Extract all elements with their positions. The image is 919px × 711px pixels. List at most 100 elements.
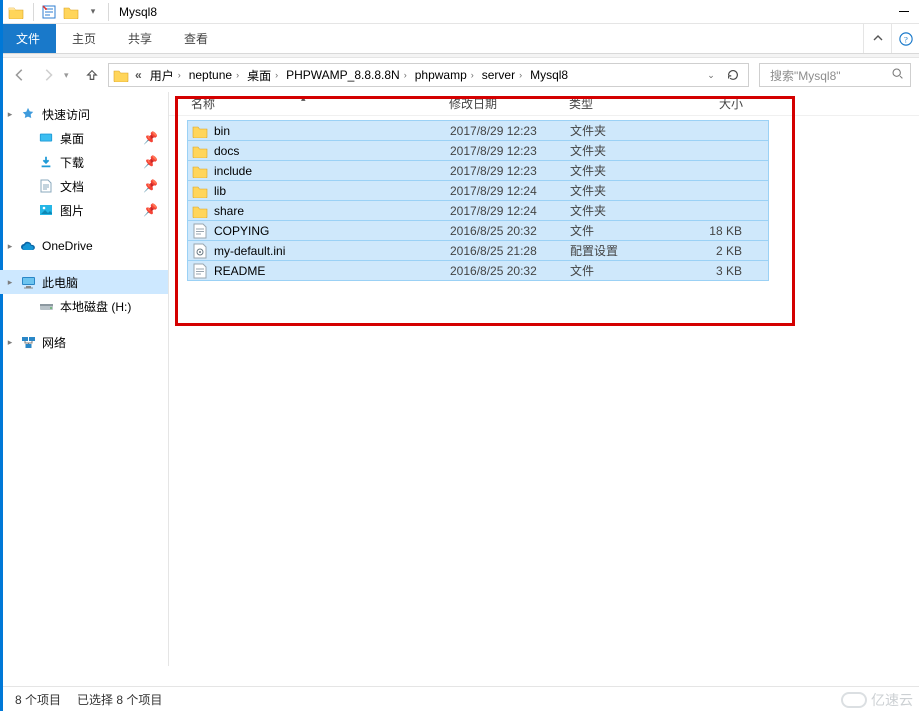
chevron-right-icon[interactable]: ▸ <box>5 277 15 288</box>
file-date: 2017/8/29 12:24 <box>450 204 570 218</box>
file-name: README <box>214 264 265 278</box>
refresh-button[interactable] <box>722 64 744 86</box>
help-button[interactable]: ? <box>891 24 919 53</box>
minimize-button[interactable] <box>889 0 919 24</box>
file-icon <box>192 243 208 259</box>
file-name: lib <box>214 184 226 198</box>
chevron-right-icon: › <box>519 70 522 80</box>
file-date: 2016/8/25 20:32 <box>450 264 570 278</box>
nav-up-button[interactable] <box>80 63 104 87</box>
folder-icon <box>192 203 208 219</box>
svg-text:?: ? <box>904 34 908 44</box>
tree-local-disk[interactable]: 本地磁盘 (H:) <box>0 294 168 318</box>
file-date: 2016/8/25 21:28 <box>450 244 570 258</box>
search-icon <box>891 67 904 83</box>
nav-history-dropdown[interactable]: ▾ <box>64 70 76 81</box>
pin-icon: 📌 <box>143 155 158 169</box>
column-headers[interactable]: 名称 ▴ 修改日期 类型 大小 <box>169 92 919 116</box>
file-type: 配置设置 <box>570 242 680 259</box>
address-bar[interactable]: « 用户› neptune› 桌面› PHPWAMP_8.8.8.8N› php… <box>108 63 749 87</box>
star-icon <box>20 106 36 122</box>
tree-desktop[interactable]: 桌面 📌 <box>0 126 168 150</box>
pin-icon: 📌 <box>143 203 158 217</box>
breadcrumb-seg-4[interactable]: phpwamp› <box>411 64 478 86</box>
minimize-ribbon-button[interactable] <box>863 24 891 53</box>
file-row[interactable]: bin2017/8/29 12:23文件夹 <box>187 120 769 141</box>
breadcrumb-seg-2[interactable]: 桌面› <box>243 64 282 86</box>
tab-home[interactable]: 主页 <box>56 24 112 53</box>
tab-view[interactable]: 查看 <box>168 24 224 53</box>
status-bar: 8 个项目 已选择 8 个项目 <box>3 686 919 711</box>
file-row[interactable]: include2017/8/29 12:23文件夹 <box>187 160 769 181</box>
file-row[interactable]: my-default.ini2016/8/25 21:28配置设置2 KB <box>187 240 769 261</box>
qat-customize-dropdown-icon[interactable]: ▾ <box>82 1 104 23</box>
file-name: share <box>214 204 244 218</box>
nav-back-button[interactable] <box>8 63 32 87</box>
qat-properties-icon[interactable] <box>38 1 60 23</box>
tree-network[interactable]: ▸ 网络 <box>0 330 168 354</box>
tree-pictures[interactable]: 图片 📌 <box>0 198 168 222</box>
chevron-right-icon: › <box>404 70 407 80</box>
titlebar-separator <box>33 3 34 21</box>
pin-icon: 📌 <box>143 131 158 145</box>
file-date: 2016/8/25 20:32 <box>450 224 570 238</box>
breadcrumb-overflow-chevron[interactable]: « <box>131 68 146 82</box>
chevron-right-icon[interactable]: ▸ <box>5 109 15 120</box>
col-header-name[interactable]: 名称 ▴ <box>191 95 449 112</box>
content-pane: 名称 ▴ 修改日期 类型 大小 bin2017/8/29 12:23文件夹 doc… <box>169 92 919 666</box>
file-size: 2 KB <box>680 244 750 258</box>
chevron-right-icon: › <box>471 70 474 80</box>
file-row[interactable]: COPYING2016/8/25 20:32文件18 KB <box>187 220 769 241</box>
file-row[interactable]: README2016/8/25 20:32文件3 KB <box>187 260 769 281</box>
file-row[interactable]: docs2017/8/29 12:23文件夹 <box>187 140 769 161</box>
breadcrumb-seg-0[interactable]: 用户› <box>146 64 185 86</box>
tree-documents[interactable]: 文档 📌 <box>0 174 168 198</box>
documents-icon <box>38 178 54 194</box>
pictures-icon <box>38 202 54 218</box>
tree-label: 快速访问 <box>42 106 90 123</box>
app-folder-icon <box>7 3 25 21</box>
file-list[interactable]: bin2017/8/29 12:23文件夹 docs 2017/8/29 12:23… <box>169 116 781 281</box>
col-header-date[interactable]: 修改日期 <box>449 95 569 112</box>
breadcrumb-seg-3[interactable]: PHPWAMP_8.8.8.8N› <box>282 64 411 86</box>
file-row[interactable]: lib2017/8/29 12:24文件夹 <box>187 180 769 201</box>
chevron-right-icon[interactable]: ▸ <box>5 241 15 252</box>
tree-quick-access[interactable]: ▸ 快速访问 <box>0 102 168 126</box>
file-date: 2017/8/29 12:23 <box>450 144 570 158</box>
breadcrumb-seg-6[interactable]: Mysql8 <box>526 64 572 86</box>
downloads-icon <box>38 154 54 170</box>
file-icon <box>192 223 208 239</box>
ribbon: 文件 主页 共享 查看 ? <box>0 24 919 54</box>
address-folder-icon <box>113 68 129 82</box>
tree-this-pc[interactable]: ▸ 此电脑 <box>0 270 168 294</box>
tab-file[interactable]: 文件 <box>0 24 56 53</box>
file-name: include <box>214 164 252 178</box>
chevron-right-icon: › <box>178 70 181 80</box>
qat-new-folder-icon[interactable] <box>60 1 82 23</box>
search-box[interactable]: 搜索"Mysql8" <box>759 63 911 87</box>
col-header-type[interactable]: 类型 <box>569 95 679 112</box>
tree-label: 本地磁盘 (H:) <box>60 298 131 315</box>
address-history-dropdown[interactable]: ⌄ <box>700 64 722 86</box>
status-item-count: 8 个项目 <box>15 691 61 708</box>
file-type: 文件夹 <box>570 182 680 199</box>
breadcrumb-seg-5[interactable]: server› <box>478 64 526 86</box>
file-row[interactable]: share2017/8/29 12:24文件夹 <box>187 200 769 221</box>
col-header-size[interactable]: 大小 <box>679 95 751 112</box>
breadcrumb-seg-1[interactable]: neptune› <box>185 64 243 86</box>
tree-label: 文档 <box>60 178 84 195</box>
chevron-right-icon[interactable]: ▸ <box>5 337 15 348</box>
file-type: 文件 <box>570 222 680 239</box>
sort-ascending-icon: ▴ <box>301 93 306 104</box>
nav-forward-button[interactable] <box>36 63 60 87</box>
tree-onedrive[interactable]: ▸ OneDrive <box>0 234 168 258</box>
file-type: 文件夹 <box>570 162 680 179</box>
tab-share[interactable]: 共享 <box>112 24 168 53</box>
tree-downloads[interactable]: 下载 📌 <box>0 150 168 174</box>
file-name: docs <box>214 144 239 158</box>
tree-label: 下载 <box>60 154 84 171</box>
file-type: 文件 <box>570 262 680 279</box>
chevron-right-icon: › <box>275 70 278 80</box>
file-name: COPYING <box>214 224 269 238</box>
drive-icon <box>38 298 54 314</box>
